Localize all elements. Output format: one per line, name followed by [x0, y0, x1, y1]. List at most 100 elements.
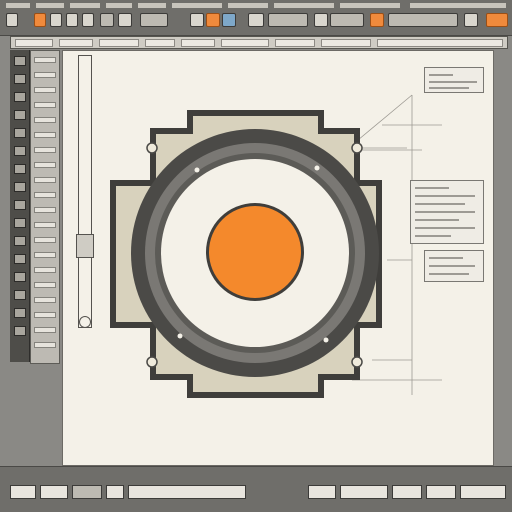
redo-icon[interactable] [82, 13, 94, 27]
property-row-15[interactable] [34, 267, 56, 273]
status-field-6[interactable] [340, 485, 388, 499]
option-field-7[interactable] [275, 39, 315, 47]
property-row-17[interactable] [34, 297, 56, 303]
callout-top[interactable] [424, 67, 484, 93]
property-row-2[interactable] [34, 72, 56, 78]
menu-file[interactable] [6, 3, 30, 8]
callout-mid[interactable] [410, 180, 484, 244]
option-field-5[interactable] [181, 39, 215, 47]
property-row-11[interactable] [34, 207, 56, 213]
search-input[interactable] [388, 13, 458, 27]
settings-icon[interactable] [370, 13, 384, 27]
property-row-13[interactable] [34, 237, 56, 243]
menu-view[interactable] [70, 3, 100, 8]
window-title [410, 3, 506, 8]
tool-icon-10[interactable] [14, 218, 26, 228]
status-field-8[interactable] [426, 485, 456, 499]
select-tool-icon[interactable] [100, 13, 114, 27]
status-field-2[interactable] [40, 485, 68, 499]
callout-top-line3 [429, 87, 469, 89]
property-row-3[interactable] [34, 87, 56, 93]
unit-select[interactable] [268, 13, 308, 27]
property-row-10[interactable] [34, 192, 56, 198]
callout-mid-line2 [415, 195, 475, 197]
tool-icon-12[interactable] [14, 254, 26, 264]
status-field-3[interactable] [72, 485, 102, 499]
tool-icon-4[interactable] [14, 110, 26, 120]
option-field-8[interactable] [321, 39, 371, 47]
option-field-9[interactable] [377, 39, 503, 47]
callout-mid-line1 [415, 187, 449, 189]
info-icon[interactable] [464, 13, 478, 27]
property-row-9[interactable] [34, 177, 56, 183]
property-row-19[interactable] [34, 327, 56, 333]
tool-icon-6[interactable] [14, 146, 26, 156]
property-row-20[interactable] [34, 342, 56, 348]
status-field-5[interactable] [308, 485, 336, 499]
menu-insert[interactable] [106, 3, 132, 8]
new-file-icon[interactable] [6, 13, 18, 27]
callout-mid-line6 [415, 227, 475, 229]
layers-button[interactable] [140, 13, 168, 27]
status-message [128, 485, 246, 499]
status-field-4[interactable] [106, 485, 124, 499]
monitor-icon[interactable] [314, 13, 328, 27]
property-row-6[interactable] [34, 132, 56, 138]
status-field-7[interactable] [392, 485, 422, 499]
option-field-1[interactable] [15, 39, 53, 47]
property-row-1[interactable] [34, 57, 56, 63]
menu-edit[interactable] [36, 3, 64, 8]
measure-icon[interactable] [248, 13, 264, 27]
menu-help[interactable] [274, 3, 334, 8]
run-button[interactable] [486, 13, 508, 27]
tool-icon-8[interactable] [14, 182, 26, 192]
menu-window[interactable] [228, 3, 268, 8]
callout-low-line2 [429, 265, 475, 267]
option-field-2[interactable] [59, 39, 93, 47]
tool-icon-5[interactable] [14, 128, 26, 138]
status-bar [0, 466, 512, 512]
grid-icon[interactable] [206, 13, 220, 27]
property-row-14[interactable] [34, 252, 56, 258]
tool-icon-7[interactable] [14, 164, 26, 174]
property-row-18[interactable] [34, 312, 56, 318]
menu-format[interactable] [172, 3, 222, 8]
callout-top-line2 [429, 81, 477, 83]
option-field-6[interactable] [221, 39, 269, 47]
property-row-4[interactable] [34, 102, 56, 108]
options-bar [10, 36, 508, 49]
status-field-9[interactable] [460, 485, 506, 499]
move-tool-icon[interactable] [118, 13, 132, 27]
tool-strip [10, 50, 30, 362]
tool-icon-1[interactable] [14, 56, 26, 66]
property-row-8[interactable] [34, 162, 56, 168]
zoom-icon[interactable] [190, 13, 204, 27]
property-row-7[interactable] [34, 147, 56, 153]
tool-icon-3[interactable] [14, 92, 26, 102]
tool-icon-9[interactable] [14, 200, 26, 210]
layer-select[interactable] [330, 13, 364, 27]
status-field-1[interactable] [10, 485, 36, 499]
tool-icon-2[interactable] [14, 74, 26, 84]
option-field-3[interactable] [99, 39, 139, 47]
callout-mid-line7 [415, 235, 451, 237]
tool-icon-14[interactable] [14, 290, 26, 300]
menu-extra[interactable] [340, 3, 400, 8]
property-row-12[interactable] [34, 222, 56, 228]
menu-tools[interactable] [138, 3, 166, 8]
main-toolbar [0, 0, 512, 36]
tool-icon-16[interactable] [14, 326, 26, 336]
save-file-icon[interactable] [50, 13, 62, 27]
callout-low[interactable] [424, 250, 484, 282]
callout-low-line3 [429, 273, 469, 275]
snap-icon[interactable] [222, 13, 236, 27]
property-row-5[interactable] [34, 117, 56, 123]
option-field-4[interactable] [145, 39, 175, 47]
callout-low-line1 [429, 257, 463, 259]
tool-icon-15[interactable] [14, 308, 26, 318]
tool-icon-11[interactable] [14, 236, 26, 246]
undo-icon[interactable] [66, 13, 78, 27]
tool-icon-13[interactable] [14, 272, 26, 282]
property-row-16[interactable] [34, 282, 56, 288]
open-file-icon[interactable] [34, 13, 46, 27]
